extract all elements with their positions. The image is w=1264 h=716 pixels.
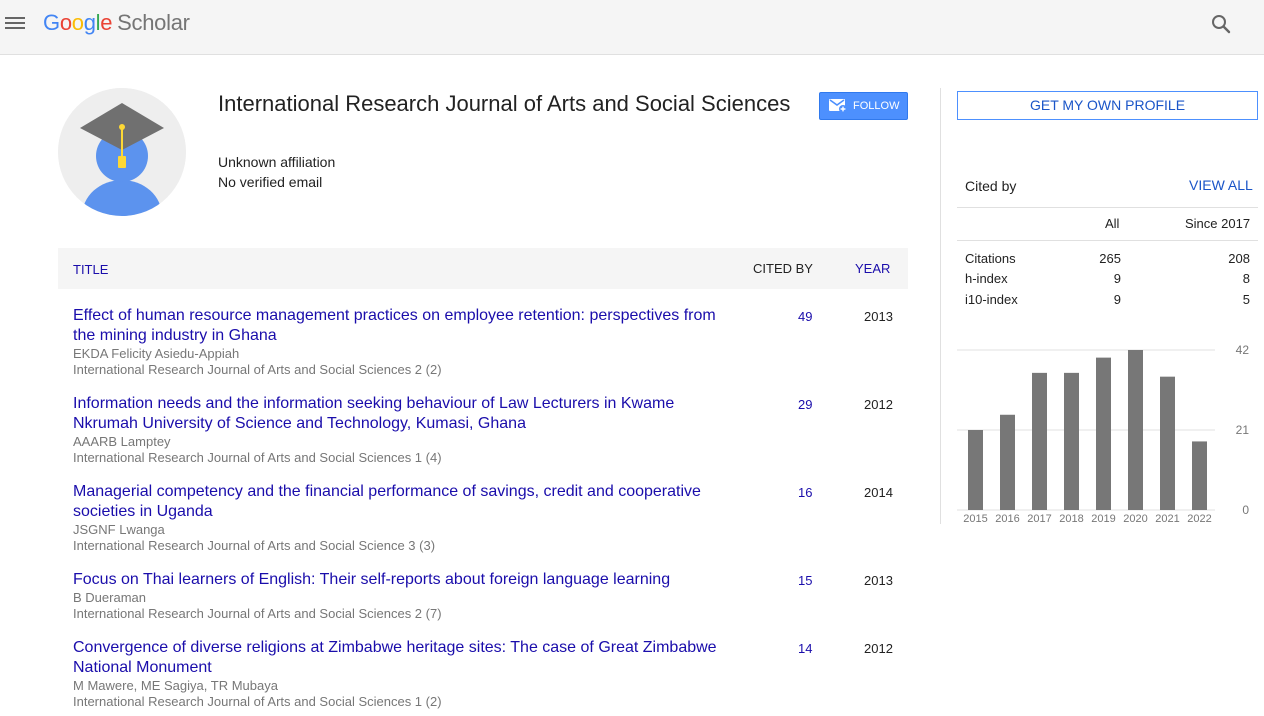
articles-table-header: TITLE CITED BY YEAR bbox=[58, 248, 908, 289]
stat-row-h-index: h-index 9 8 bbox=[957, 271, 1258, 291]
follow-button[interactable]: FOLLOW bbox=[819, 92, 908, 120]
get-my-own-profile-button[interactable]: GET MY OWN PROFILE bbox=[957, 91, 1258, 120]
article-venue: International Research Journal of Arts a… bbox=[73, 694, 442, 709]
google-scholar-logo[interactable]: Google Scholar bbox=[43, 10, 190, 36]
article-venue: International Research Journal of Arts a… bbox=[73, 606, 442, 621]
logo-letter: G bbox=[43, 10, 60, 35]
chart-x-tick-label: 2017 bbox=[1027, 513, 1051, 525]
cited-by-count-link[interactable]: 16 bbox=[798, 485, 812, 500]
chart-bar-2021[interactable] bbox=[1160, 376, 1175, 510]
article-year: 2012 bbox=[864, 641, 893, 656]
cited-by-count-link[interactable]: 15 bbox=[798, 573, 812, 588]
chart-y-tick-label: 42 bbox=[1236, 343, 1250, 357]
profile-email: No verified email bbox=[218, 174, 323, 190]
article-title-link[interactable]: Convergence of diverse religions at Zimb… bbox=[73, 638, 733, 678]
stat-all-value: 9 bbox=[1113, 271, 1121, 286]
logo-product: Scholar bbox=[117, 10, 190, 35]
stat-label[interactable]: h-index bbox=[965, 271, 1008, 286]
chart-bar-2018[interactable] bbox=[1064, 372, 1079, 510]
divider bbox=[957, 207, 1258, 208]
article-venue: International Research Journal of Arts a… bbox=[73, 450, 442, 465]
cited-by-heading: Cited by bbox=[965, 178, 1017, 194]
search-icon[interactable] bbox=[1209, 12, 1233, 36]
logo-letter: e bbox=[100, 10, 113, 35]
chart-bar-2016[interactable] bbox=[1000, 414, 1015, 510]
chart-x-tick-label: 2018 bbox=[1059, 513, 1083, 525]
sort-by-year[interactable]: YEAR bbox=[855, 261, 890, 276]
avatar bbox=[58, 88, 186, 216]
chart-x-tick-label: 2015 bbox=[963, 513, 987, 525]
mail-icon bbox=[829, 99, 847, 113]
article-authors: M Mawere, ME Sagiya, TR Mubaya bbox=[73, 678, 278, 693]
chart-bar-2020[interactable] bbox=[1128, 350, 1143, 510]
chart-x-tick-label: 2022 bbox=[1187, 513, 1211, 525]
stat-all-value: 9 bbox=[1113, 292, 1121, 307]
stat-since-value: 208 bbox=[1228, 251, 1250, 266]
article-year: 2013 bbox=[864, 573, 893, 588]
article-authors: JSGNF Lwanga bbox=[73, 522, 165, 537]
stat-since-value: 8 bbox=[1242, 271, 1250, 286]
article-title-link[interactable]: Managerial competency and the financial … bbox=[73, 482, 733, 522]
divider bbox=[957, 240, 1258, 241]
cited-by-count-link[interactable]: 49 bbox=[798, 309, 812, 324]
table-row: Information needs and the information se… bbox=[58, 384, 908, 472]
stat-label[interactable]: Citations bbox=[965, 251, 1016, 266]
logo-letter: g bbox=[83, 10, 96, 35]
stat-since-value: 5 bbox=[1242, 292, 1250, 307]
profile-name: International Research Journal of Arts a… bbox=[218, 91, 791, 116]
chart-x-tick-label: 2020 bbox=[1123, 513, 1147, 525]
stat-label[interactable]: i10-index bbox=[965, 292, 1018, 307]
article-title-link[interactable]: Focus on Thai learners of English: Their… bbox=[73, 570, 733, 590]
chart-y-tick-label: 21 bbox=[1236, 423, 1250, 437]
table-row: Effect of human resource management prac… bbox=[58, 296, 908, 384]
chart-bar-2022[interactable] bbox=[1192, 441, 1207, 510]
article-venue: International Research Journal of Arts a… bbox=[73, 362, 442, 377]
column-header-since: Since 2017 bbox=[1185, 216, 1251, 231]
article-title-link[interactable]: Information needs and the information se… bbox=[73, 394, 733, 434]
chart-bar-2015[interactable] bbox=[968, 430, 983, 510]
article-authors: AAARB Lamptey bbox=[73, 434, 171, 449]
chart-x-tick-label: 2019 bbox=[1091, 513, 1115, 525]
articles-list: Effect of human resource management prac… bbox=[58, 296, 908, 716]
column-header-all: All bbox=[1105, 216, 1120, 231]
cited-by-count-link[interactable]: 14 bbox=[798, 641, 812, 656]
logo-letter: o bbox=[59, 10, 72, 35]
stat-row-i10-index: i10-index 9 5 bbox=[957, 292, 1258, 312]
sort-by-title[interactable]: TITLE bbox=[73, 262, 108, 277]
article-year: 2012 bbox=[864, 397, 893, 412]
table-row: Managerial competency and the financial … bbox=[58, 472, 908, 560]
stat-all-value: 265 bbox=[1099, 251, 1121, 266]
sidebar-divider bbox=[940, 88, 941, 524]
chart-x-tick-label: 2016 bbox=[995, 513, 1019, 525]
stat-row-citations: Citations 265 208 bbox=[957, 251, 1258, 271]
chart-y-tick-label: 0 bbox=[1242, 503, 1249, 517]
table-row: Focus on Thai learners of English: Their… bbox=[58, 560, 908, 628]
article-title-link[interactable]: Effect of human resource management prac… bbox=[73, 306, 733, 346]
view-all-link[interactable]: VIEW ALL bbox=[1189, 177, 1253, 193]
cited-by-count-link[interactable]: 29 bbox=[798, 397, 812, 412]
default-avatar-icon bbox=[58, 88, 186, 216]
cited-by-column-header: CITED BY bbox=[753, 261, 813, 276]
hamburger-menu-icon[interactable] bbox=[5, 14, 25, 32]
profile-affiliation: Unknown affiliation bbox=[218, 154, 336, 170]
article-year: 2014 bbox=[864, 485, 893, 500]
citations-per-year-chart: 42 21 0 2015 2016 2017 2018 2019 2020 2021 2022 bbox=[957, 343, 1250, 525]
article-venue: International Research Journal of Arts a… bbox=[73, 538, 436, 553]
article-authors: B Dueraman bbox=[73, 590, 146, 605]
chart-bar-2017[interactable] bbox=[1032, 372, 1047, 510]
article-year: 2013 bbox=[864, 309, 893, 324]
chart-bar-2019[interactable] bbox=[1096, 357, 1111, 510]
article-authors: EKDA Felicity Asiedu-Appiah bbox=[73, 346, 240, 361]
table-row: Convergence of diverse religions at Zimb… bbox=[58, 628, 908, 716]
chart-x-tick-label: 2021 bbox=[1155, 513, 1179, 525]
logo-letter: o bbox=[71, 10, 84, 35]
follow-label: FOLLOW bbox=[853, 100, 900, 112]
top-bar: Google Scholar bbox=[0, 0, 1264, 55]
